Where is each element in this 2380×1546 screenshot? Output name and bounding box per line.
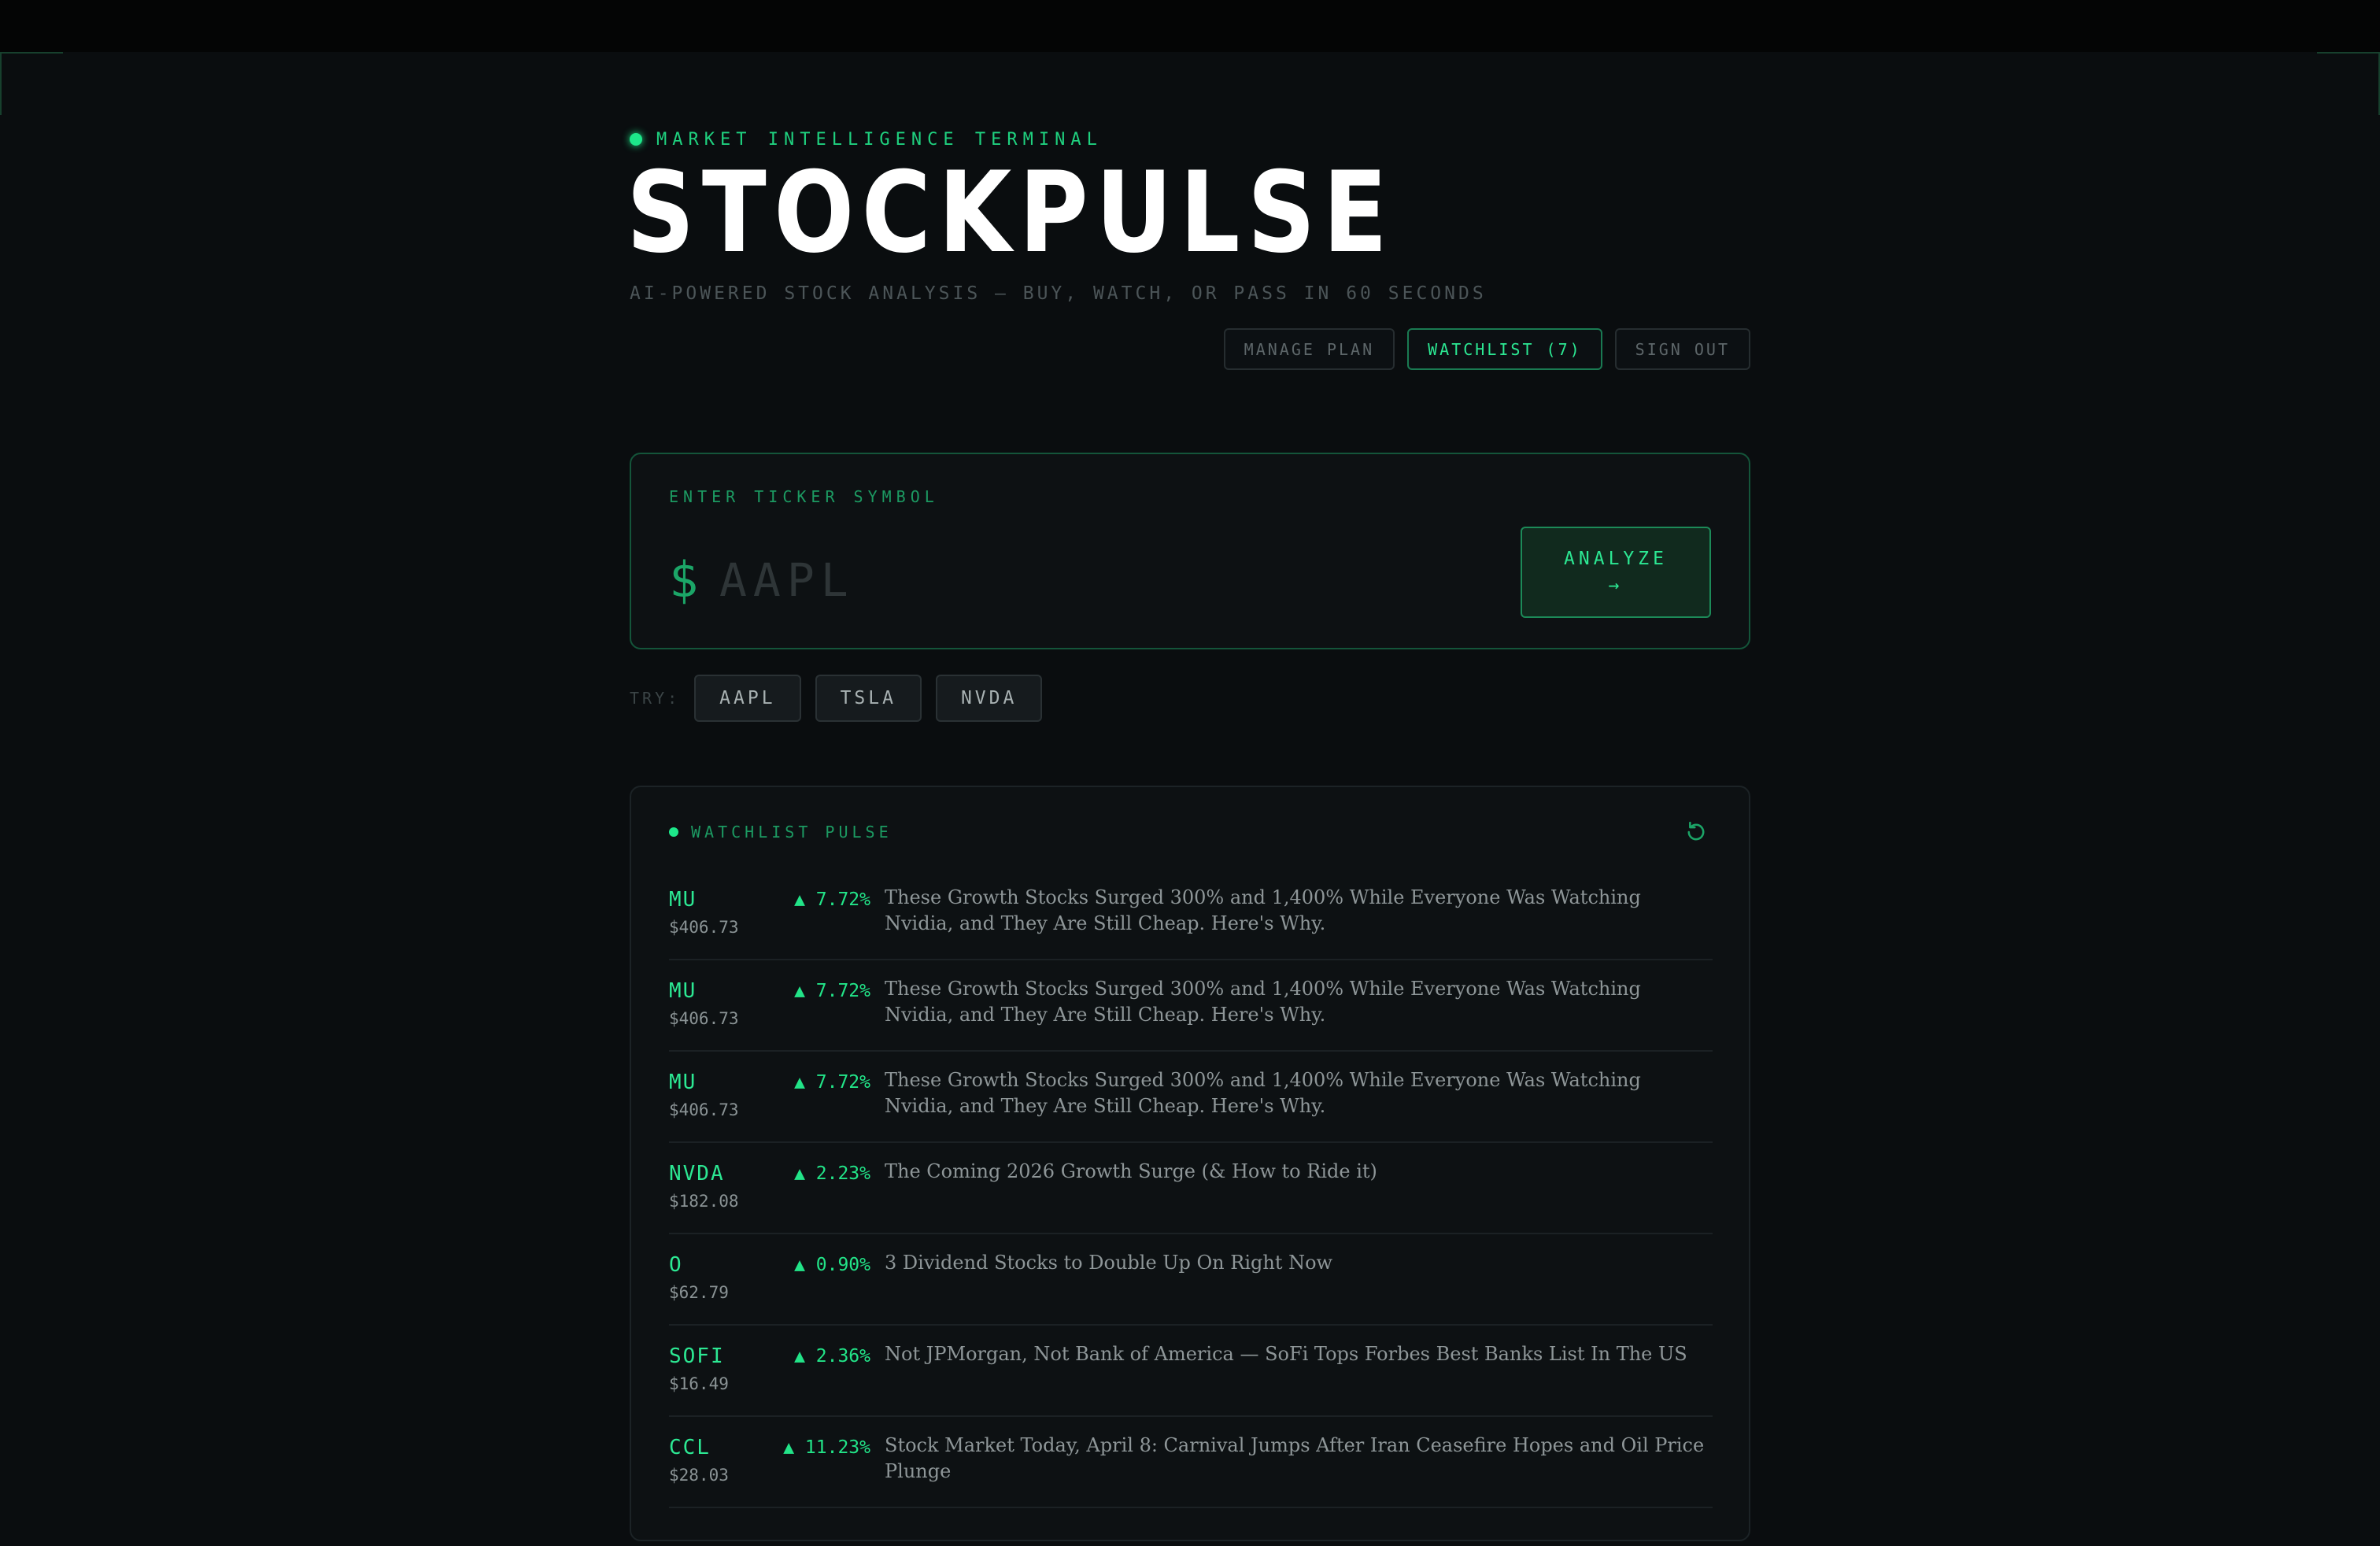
page-subtitle: AI-POWERED STOCK ANALYSIS — BUY, WATCH, …	[630, 283, 1487, 304]
ticker-symbol: MU	[669, 1071, 697, 1094]
news-headline[interactable]: Stock Market Today, April 8: Carnival Ju…	[885, 1433, 1711, 1485]
ticker-symbol: MU	[669, 979, 697, 1003]
pulse-header: WATCHLIST PULSE	[669, 820, 893, 844]
news-headline[interactable]: These Growth Stocks Surged 300% and 1,40…	[885, 1067, 1711, 1119]
ticker-price: $406.73	[669, 1100, 739, 1119]
list-item[interactable]: O $62.79 ▲ 0.90% 3 Dividend Stocks to Do…	[669, 1234, 1713, 1326]
ticker-search-card: ENTER TICKER SYMBOL $ ANALYZE →	[630, 453, 1750, 649]
list-item[interactable]: MU $406.73 ▲ 7.72% These Growth Stocks S…	[669, 960, 1713, 1052]
sign-out-button[interactable]: SIGN OUT	[1614, 328, 1750, 370]
ticker-symbol: SOFI	[669, 1344, 725, 1368]
try-suggestions: TRY: AAPL TSLA NVDA	[630, 675, 1043, 722]
pulse-title: WATCHLIST PULSE	[691, 823, 893, 841]
list-item[interactable]: SOFI $16.49 ▲ 2.36% Not JPMorgan, Not Ba…	[669, 1326, 1713, 1417]
ticker-symbol: O	[669, 1253, 683, 1277]
news-headline[interactable]: 3 Dividend Stocks to Double Up On Right …	[885, 1250, 1711, 1276]
pulse-dot-icon	[669, 827, 678, 837]
list-item[interactable]: MU $406.73 ▲ 7.72% These Growth Stocks S…	[669, 1052, 1713, 1143]
ticker-symbol: NVDA	[669, 1162, 725, 1185]
list-item[interactable]: NVDA $182.08 ▲ 2.23% The Coming 2026 Gro…	[669, 1143, 1713, 1234]
try-chip-aapl[interactable]: AAPL	[694, 675, 801, 722]
news-headline[interactable]: Not JPMorgan, Not Bank of America — SoFi…	[885, 1341, 1711, 1367]
price-change: ▲ 7.72%	[794, 890, 870, 910]
price-change: ▲ 2.36%	[794, 1346, 870, 1367]
news-headline[interactable]: These Growth Stocks Surged 300% and 1,40…	[885, 885, 1711, 937]
ticker-symbol: MU	[669, 888, 697, 912]
price-change: ▲ 2.23%	[794, 1163, 870, 1184]
ticker-input[interactable]	[719, 549, 1349, 612]
main-container: MARKET INTELLIGENCE TERMINAL STOCKPULSE …	[626, 0, 1750, 1546]
price-change: ▲ 7.72%	[794, 1072, 870, 1093]
news-headline[interactable]: These Growth Stocks Surged 300% and 1,40…	[885, 976, 1711, 1028]
refresh-icon[interactable]	[1683, 819, 1709, 845]
ticker-price: $406.73	[669, 1009, 739, 1028]
price-change: ▲ 0.90%	[794, 1255, 870, 1275]
pulse-list: MU $406.73 ▲ 7.72% These Growth Stocks S…	[669, 869, 1713, 1508]
news-headline[interactable]: The Coming 2026 Growth Surge (& How to R…	[885, 1159, 1711, 1185]
ticker-price: $406.73	[669, 918, 739, 937]
eyebrow-text: MARKET INTELLIGENCE TERMINAL	[656, 129, 1103, 150]
try-label: TRY:	[630, 689, 681, 708]
ticker-price: $62.79	[669, 1283, 729, 1302]
watchlist-pulse-card: WATCHLIST PULSE MU $406.73 ▲ 7.72% These…	[630, 786, 1750, 1541]
ticker-price: $182.08	[669, 1192, 739, 1211]
frame-corner-left	[0, 52, 63, 115]
status-dot-icon	[630, 133, 642, 146]
arrow-right-icon: →	[1608, 575, 1624, 596]
ticker-input-label: ENTER TICKER SYMBOL	[669, 487, 939, 506]
list-item[interactable]: MU $406.73 ▲ 7.72% These Growth Stocks S…	[669, 869, 1713, 960]
list-item[interactable]: CCL $28.03 ▲ 11.23% Stock Market Today, …	[669, 1417, 1713, 1508]
try-chip-nvda[interactable]: NVDA	[935, 675, 1043, 722]
frame-corner-right	[2317, 52, 2380, 115]
ticker-symbol: CCL	[669, 1436, 711, 1459]
manage-plan-button[interactable]: MANAGE PLAN	[1223, 328, 1395, 370]
dollar-prefix: $	[669, 551, 699, 608]
price-change: ▲ 7.72%	[794, 981, 870, 1001]
watchlist-button[interactable]: WATCHLIST (7)	[1407, 328, 1602, 370]
ticker-price: $28.03	[669, 1466, 729, 1485]
page-title: STOCKPULSE	[626, 148, 1395, 278]
try-chip-tsla[interactable]: TSLA	[815, 675, 922, 722]
price-change: ▲ 11.23%	[783, 1437, 870, 1458]
header-nav: MANAGE PLAN WATCHLIST (7) SIGN OUT	[1223, 328, 1750, 370]
analyze-button-label: ANALYZE	[1564, 549, 1668, 569]
analyze-button[interactable]: ANALYZE →	[1521, 527, 1711, 618]
ticker-price: $16.49	[669, 1374, 729, 1393]
